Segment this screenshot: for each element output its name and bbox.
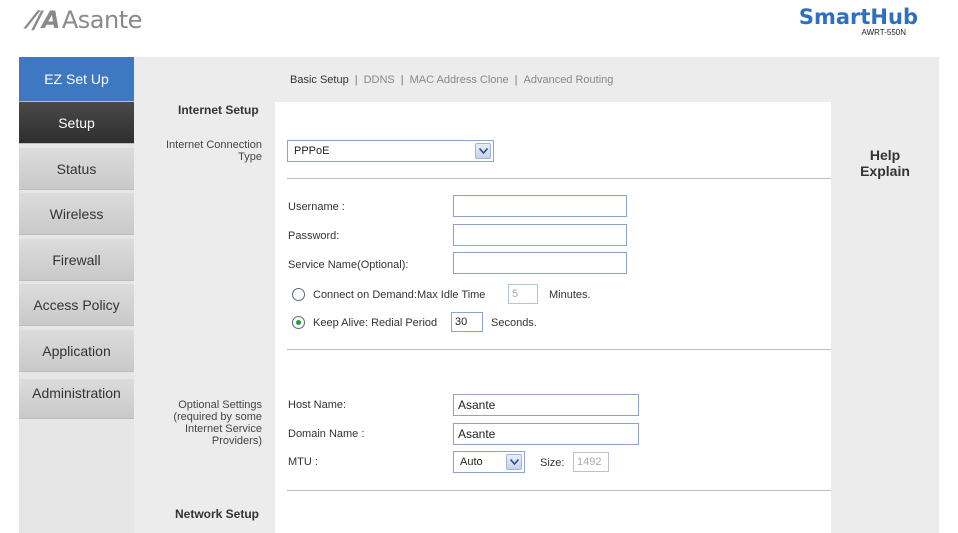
explain-title: Explain bbox=[860, 163, 910, 179]
divider bbox=[287, 178, 831, 179]
tab-basic-setup[interactable]: Basic Setup bbox=[290, 74, 349, 86]
model-number: AWRT-550N bbox=[861, 28, 906, 37]
username-label: Username : bbox=[288, 201, 345, 213]
keep-alive-radio[interactable] bbox=[292, 316, 305, 329]
minutes-label: Minutes. bbox=[549, 289, 591, 301]
sidebar-item-wireless[interactable]: Wireless bbox=[19, 193, 134, 235]
sidebar-item-label: Administration bbox=[32, 385, 121, 401]
connection-type-value: PPPoE bbox=[294, 145, 330, 157]
mtu-size-input[interactable] bbox=[573, 452, 609, 472]
sidebar-item-ez-setup[interactable]: EZ Set Up bbox=[19, 57, 134, 102]
sidebar-item-label: Application bbox=[42, 342, 111, 359]
password-label: Password: bbox=[288, 230, 340, 242]
size-label: Size: bbox=[540, 457, 565, 469]
sidebar-filler bbox=[19, 421, 134, 533]
help-title: Help bbox=[869, 147, 901, 163]
sidebar-item-label: Status bbox=[56, 160, 97, 177]
username-input[interactable] bbox=[453, 195, 627, 217]
mtu-value: Auto bbox=[460, 456, 483, 468]
setup-tabs: Basic Setup | DDNS | MAC Address Clone |… bbox=[134, 57, 939, 102]
connect-on-demand-radio[interactable] bbox=[292, 288, 305, 301]
optional-settings-label-line: Providers) bbox=[211, 435, 262, 447]
sidebar-item-administration[interactable]: Administration bbox=[19, 379, 134, 419]
brand-name: SmartHub bbox=[798, 5, 918, 29]
host-name-label: Host Name: bbox=[288, 399, 347, 411]
sidebar-item-label: EZ Set Up bbox=[44, 71, 109, 87]
service-name-label: Service Name(Optional): bbox=[288, 259, 409, 271]
tab-mac-address-clone[interactable]: MAC Address Clone bbox=[410, 74, 509, 86]
divider bbox=[287, 349, 831, 350]
tab-separator: | bbox=[514, 73, 518, 86]
tab-advanced-routing[interactable]: Advanced Routing bbox=[524, 74, 614, 86]
asante-logo-mark-icon: ⁄/A bbox=[30, 6, 60, 34]
internet-setup-title: Internet Setup bbox=[178, 103, 259, 117]
tab-ddns[interactable]: DDNS bbox=[364, 74, 395, 86]
optional-settings-label: Optional Settings (required by some Inte… bbox=[134, 399, 262, 447]
network-setup-title: Network Setup bbox=[175, 507, 260, 521]
label-column bbox=[134, 102, 275, 533]
mtu-label: MTU : bbox=[288, 456, 318, 468]
optional-settings-label-line: Internet Service bbox=[184, 423, 262, 435]
logo-text: Asante bbox=[61, 6, 143, 34]
sidebar-item-label: Setup bbox=[58, 114, 95, 131]
asante-logo: ⁄/AAsante bbox=[30, 6, 142, 34]
connection-type-label-line: Internet Connection bbox=[165, 139, 262, 151]
divider bbox=[287, 490, 831, 491]
sidebar-item-application[interactable]: Application bbox=[19, 330, 134, 372]
seconds-label: Seconds. bbox=[491, 317, 537, 329]
mtu-select[interactable]: Auto bbox=[453, 451, 525, 473]
connection-type-select[interactable]: PPPoE bbox=[287, 140, 494, 162]
sidebar-item-setup[interactable]: Setup bbox=[19, 102, 134, 144]
connection-type-label: Internet Connection Type bbox=[134, 139, 262, 163]
max-idle-time-input[interactable] bbox=[508, 284, 538, 304]
redial-period-input[interactable] bbox=[451, 312, 483, 332]
optional-settings-label-line: (required by some bbox=[173, 411, 262, 423]
host-name-input[interactable] bbox=[453, 394, 639, 416]
sidebar-item-label: Access Policy bbox=[33, 296, 120, 313]
connection-type-label-line: Type bbox=[238, 151, 262, 163]
tab-separator: | bbox=[400, 73, 404, 86]
sidebar-item-label: Wireless bbox=[49, 205, 104, 222]
optional-settings-label-line: Optional Settings bbox=[178, 399, 262, 411]
domain-name-input[interactable] bbox=[453, 423, 639, 445]
sidebar-item-firewall[interactable]: Firewall bbox=[19, 239, 134, 281]
sidebar-item-access-policy[interactable]: Access Policy bbox=[19, 284, 134, 326]
keep-alive-label: Keep Alive: Redial Period bbox=[313, 317, 438, 329]
tab-separator: | bbox=[354, 73, 358, 86]
domain-name-label: Domain Name : bbox=[288, 428, 365, 440]
sidebar-item-status[interactable]: Status bbox=[19, 148, 134, 190]
chevron-down-icon[interactable] bbox=[506, 454, 522, 470]
connect-on-demand-label: Connect on Demand:Max Idle Time bbox=[313, 289, 486, 301]
chevron-down-icon[interactable] bbox=[475, 143, 491, 159]
brand-block: SmartHub AWRT-550N bbox=[799, 6, 918, 37]
service-name-input[interactable] bbox=[453, 252, 627, 274]
sidebar-nav: EZ Set Up Setup Status Wireless Firewall… bbox=[19, 57, 134, 533]
password-input[interactable] bbox=[453, 224, 627, 246]
sidebar-item-label: Firewall bbox=[52, 251, 101, 268]
